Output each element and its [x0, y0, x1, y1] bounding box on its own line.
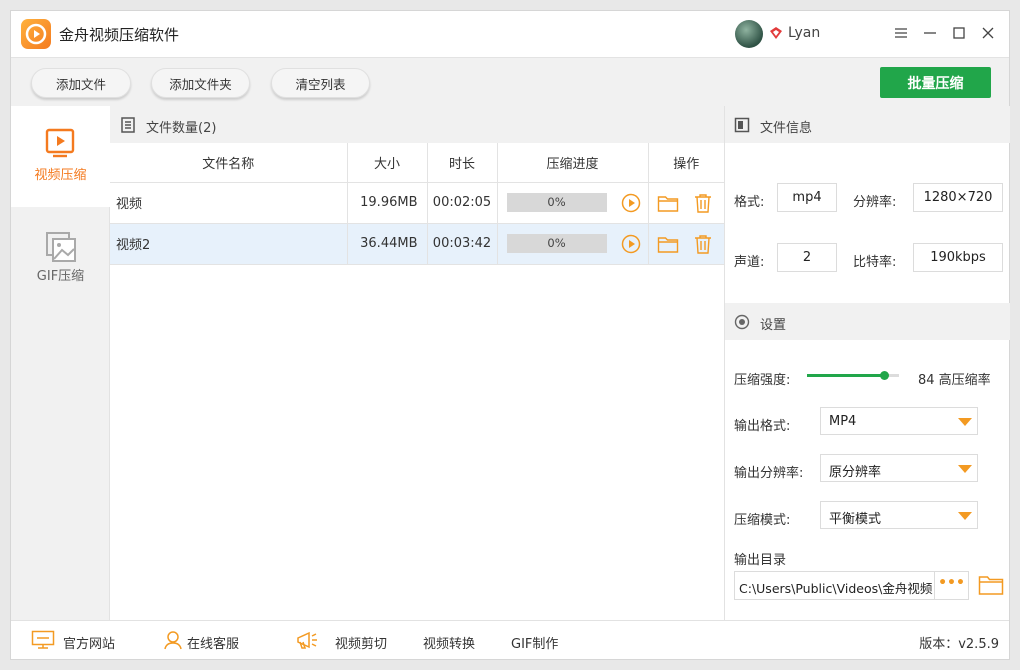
version-label: 版本：v2.5.9	[919, 637, 999, 652]
bitrate-value: 190kbps	[913, 243, 1003, 272]
col-header-name: 文件名称	[110, 143, 348, 183]
file-count: 文件数量(2)	[146, 121, 217, 136]
output-resolution-value: 原分辨率	[829, 465, 882, 480]
app-window: 金舟视频压缩软件 Lyan 添加文件 添加文件夹 清空列表 批量压缩 视频压缩 …	[10, 10, 1010, 660]
official-website-link[interactable]: 官方网站	[63, 633, 115, 652]
delete-icon[interactable]	[694, 193, 712, 213]
clear-list-button[interactable]: 清空列表	[271, 68, 370, 98]
nav-label: GIF压缩	[36, 269, 85, 284]
video-play-icon	[45, 128, 75, 158]
list-icon	[121, 117, 135, 133]
chevron-down-icon	[958, 465, 972, 473]
vip-crown-icon	[770, 27, 782, 39]
browse-more-button[interactable]: •••	[934, 572, 968, 599]
online-support-link[interactable]: 在线客服	[187, 633, 239, 652]
open-folder-icon[interactable]	[978, 574, 1004, 596]
file-info-title: 文件信息	[760, 121, 813, 136]
settings-header: 设置	[725, 303, 1010, 340]
megaphone-icon	[297, 631, 317, 649]
chevron-down-icon	[958, 512, 972, 520]
format-value: mp4	[777, 183, 837, 212]
minimize-icon[interactable]	[921, 24, 939, 42]
play-icon[interactable]	[621, 193, 641, 213]
resolution-label: 分辨率:	[853, 195, 897, 210]
progress-bar: 0%	[506, 234, 607, 253]
close-icon[interactable]	[979, 24, 997, 42]
mode-label: 压缩模式:	[734, 513, 791, 528]
col-header-duration: 时长	[427, 143, 498, 183]
toolbar: 添加文件 添加文件夹 清空列表 批量压缩	[11, 57, 1009, 106]
output-dir-label: 输出目录	[734, 553, 787, 568]
col-header-size: 大小	[347, 143, 428, 183]
batch-compress-button[interactable]: 批量压缩	[880, 67, 991, 98]
video-cut-link[interactable]: 视频剪切	[335, 633, 387, 652]
file-duration: 00:02:05	[427, 182, 498, 224]
output-resolution-select[interactable]: 原分辨率	[820, 454, 978, 482]
strength-label: 压缩强度:	[734, 373, 791, 388]
file-info-header: 文件信息	[725, 106, 1010, 143]
right-panel: 文件信息 格式: mp4 分辨率: 1280×720 声道: 2 比特率: 19…	[724, 106, 1010, 620]
file-size: 36.44MB	[347, 223, 428, 265]
menu-icon[interactable]	[892, 24, 910, 42]
output-dir-path: C:\Users\Public\Videos\金舟视频压缩软件	[739, 581, 933, 596]
settings-title: 设置	[760, 318, 787, 333]
table-row[interactable]: 视频2 36.44MB 00:03:42 0%	[110, 223, 724, 265]
monitor-icon	[31, 630, 55, 649]
nav-item-gif-compress[interactable]: GIF压缩	[11, 207, 110, 308]
file-list-header: 文件数量(2)	[110, 106, 724, 143]
slider-fill	[807, 374, 885, 377]
file-name: 视频2	[110, 223, 348, 265]
delete-icon[interactable]	[694, 234, 712, 254]
output-format-select[interactable]: MP4	[820, 407, 978, 435]
format-label: 格式:	[734, 195, 765, 210]
username[interactable]: Lyan	[788, 25, 820, 41]
compression-mode-select[interactable]: 平衡模式	[820, 501, 978, 529]
file-list-panel: 文件数量(2) 文件名称 大小 时长 压缩进度 操作 视频 19.96MB 00…	[110, 106, 724, 620]
image-icon	[46, 232, 76, 262]
strength-value: 84 高压缩率	[918, 373, 991, 388]
file-size: 19.96MB	[347, 182, 428, 224]
file-table: 文件名称 大小 时长 压缩进度 操作 视频 19.96MB 00:02:05 0…	[110, 143, 724, 265]
nav-item-video-compress[interactable]: 视频压缩	[11, 106, 110, 207]
footer: 官方网站 在线客服 视频剪切 视频转换 GIF制作 版本：v2.5.9	[11, 620, 1009, 659]
col-header-progress: 压缩进度	[497, 143, 649, 183]
customer-service-icon	[164, 631, 182, 650]
channel-label: 声道:	[734, 255, 765, 270]
app-title: 金舟视频压缩软件	[59, 26, 180, 44]
resolution-value: 1280×720	[913, 183, 1003, 212]
title-bar: 金舟视频压缩软件 Lyan	[11, 11, 1009, 57]
compression-strength-slider[interactable]	[807, 371, 899, 380]
file-name: 视频	[110, 182, 348, 224]
file-duration: 00:03:42	[427, 223, 498, 265]
add-folder-button[interactable]: 添加文件夹	[151, 68, 250, 98]
gif-make-link[interactable]: GIF制作	[511, 633, 558, 652]
app-logo-icon	[21, 19, 51, 49]
output-format-label: 输出格式:	[734, 419, 791, 434]
output-dir-field[interactable]: C:\Users\Public\Videos\金舟视频压缩软件 •••	[734, 571, 969, 600]
open-folder-icon[interactable]	[657, 234, 679, 254]
chevron-down-icon	[958, 418, 972, 426]
bitrate-label: 比特率:	[853, 255, 897, 270]
nav-label: 视频压缩	[34, 168, 87, 183]
slider-knob[interactable]	[880, 371, 890, 380]
output-resolution-label: 输出分辨率:	[734, 466, 804, 481]
output-format-value: MP4	[829, 414, 857, 429]
film-icon	[734, 117, 750, 133]
progress-bar: 0%	[506, 193, 607, 212]
video-convert-link[interactable]: 视频转换	[423, 633, 475, 652]
add-file-button[interactable]: 添加文件	[31, 68, 131, 98]
left-nav: 视频压缩 GIF压缩	[11, 106, 110, 620]
avatar[interactable]	[735, 20, 763, 48]
radio-settings-icon	[734, 314, 750, 330]
compression-mode-value: 平衡模式	[829, 512, 882, 527]
play-icon[interactable]	[621, 234, 641, 254]
channel-value: 2	[777, 243, 837, 272]
maximize-icon[interactable]	[950, 24, 968, 42]
table-row[interactable]: 视频 19.96MB 00:02:05 0%	[110, 182, 724, 224]
col-header-actions: 操作	[648, 143, 724, 183]
open-folder-icon[interactable]	[657, 193, 679, 213]
